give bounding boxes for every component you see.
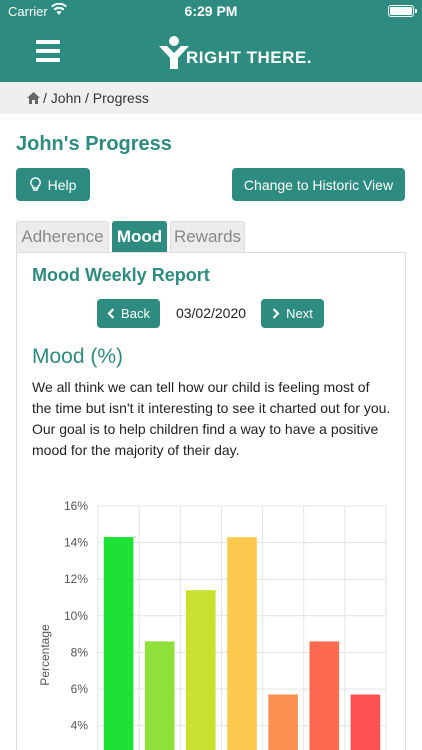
tab-rewards[interactable]: Rewards [170,221,245,252]
section-title: Mood (%) [32,345,124,368]
chevron-left-icon [107,308,115,319]
right-there-logo: RIGHT THERE. [158,34,318,70]
y-tick-label: 14% [64,536,88,550]
y-tick-label: 10% [64,609,88,623]
historic-view-button[interactable]: Change to Historic View [232,168,405,201]
y-tick-label: 8% [71,645,89,659]
lightbulb-icon [29,177,41,191]
home-icon[interactable] [27,91,40,107]
y-axis-label: Percentage [38,624,52,686]
help-label: Help [47,176,77,193]
mood-chart: Percentage 16% 14% 12% 10% 8% 6% 4% [38,499,387,750]
clock: 6:29 PM [184,3,238,19]
y-tick-label: 4% [71,719,89,733]
logo-text: RIGHT THERE. [186,48,312,67]
tab-adherence[interactable]: Adherence [16,221,109,252]
mood-bar [186,590,216,750]
back-label: Back [121,306,150,321]
mood-bar [227,537,257,750]
mood-bar [268,694,298,750]
tab-mood[interactable]: Mood [112,221,167,252]
next-label: Next [286,306,313,321]
mood-bar [144,641,175,750]
next-button[interactable]: Next [261,299,324,328]
menu-icon[interactable] [36,40,60,62]
y-tick-label: 6% [71,682,89,696]
help-button[interactable]: Help [16,168,90,201]
nav-bar: RIGHT THERE. [0,22,422,82]
mood-bar [350,694,381,750]
page-title: John's Progress [16,133,172,155]
section-description: We all think we can tell how our child i… [32,379,391,458]
y-tick-label: 12% [64,572,88,586]
mood-bar [309,641,340,750]
back-button[interactable]: Back [97,299,160,328]
breadcrumb-path[interactable]: / John / Progress [43,90,149,106]
breadcrumb: / John / Progress [0,82,422,114]
battery-icon [388,5,417,17]
status-bar: Carrier 6:29 PM [0,0,422,22]
report-date: 03/02/2020 [175,305,247,321]
report-title: Mood Weekly Report [32,265,210,285]
chevron-right-icon [272,308,280,319]
y-tick-label: 16% [64,499,88,513]
mood-bar [103,537,134,750]
